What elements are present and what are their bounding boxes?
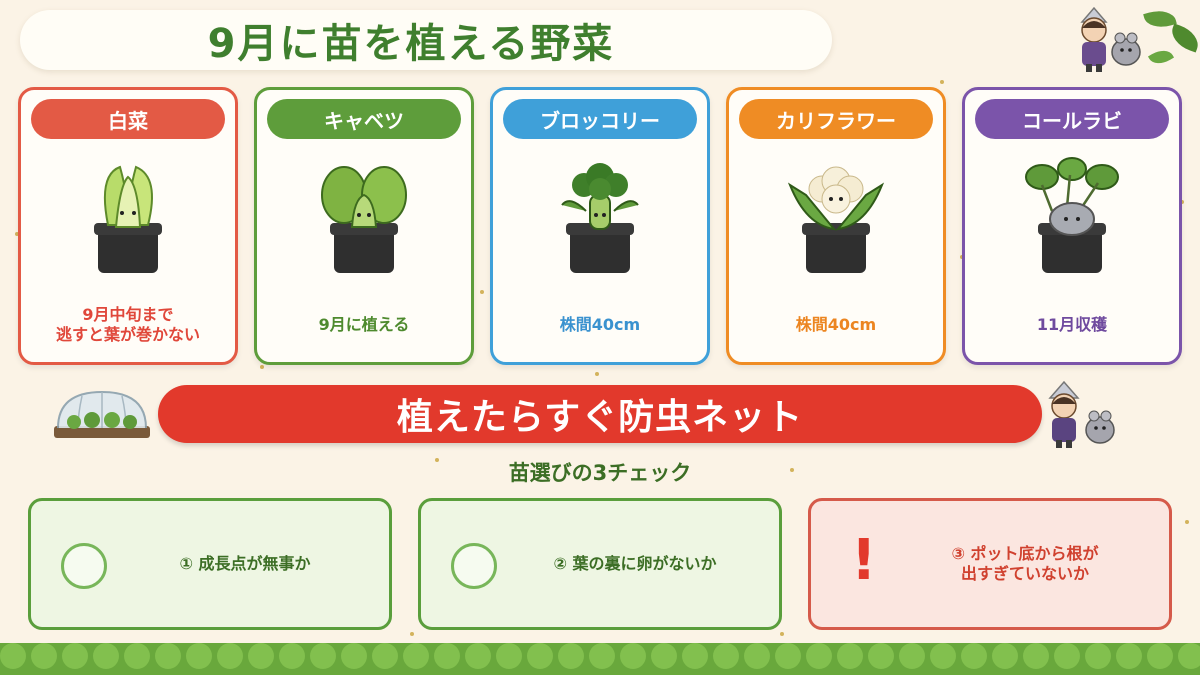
grass-bump	[682, 643, 708, 669]
grass-bump	[1085, 643, 1111, 669]
circle-mark-icon	[451, 543, 497, 589]
kohlrabi-icon	[1025, 157, 1119, 273]
vegetable-name: コールラビ	[975, 99, 1169, 139]
check-text: ② 葉の裏に卵がないか	[511, 501, 759, 627]
note-line: 株間40cm	[559, 315, 641, 334]
vegetable-note: 株間40cm	[737, 315, 935, 335]
grass-bump	[620, 643, 646, 669]
grass-bump	[1054, 643, 1080, 669]
grass-bump	[868, 643, 894, 669]
leaf-decoration	[1167, 23, 1200, 53]
grass-bump	[496, 643, 522, 669]
circle-mark-icon	[61, 543, 107, 589]
grass-bump	[899, 643, 925, 669]
vegetable-card: キャベツ 9月に植える	[254, 87, 474, 365]
title-banner: 9月に苗を植える野菜	[20, 10, 832, 70]
grass-bump	[93, 643, 119, 669]
grass-bump	[806, 643, 832, 669]
check-card: ! ③ ポット底から根が 出すぎていないか	[808, 498, 1172, 630]
grass-bump	[1178, 643, 1200, 669]
row-cover-icon	[54, 390, 150, 438]
grass-bump	[527, 643, 553, 669]
grass-bump	[992, 643, 1018, 669]
vegetable-note: 9月中旬まで 逃すと葉が巻かない	[29, 305, 227, 345]
grass-bump	[434, 643, 460, 669]
vegetable-name: ブロッコリー	[503, 99, 697, 139]
grass-bump	[1023, 643, 1049, 669]
grass-bump	[651, 643, 677, 669]
check-text: ① 成長点が無事か	[121, 501, 369, 627]
grass-bump	[961, 643, 987, 669]
grass-bump	[62, 643, 88, 669]
check-line: ③ ポット底から根が	[951, 544, 1099, 563]
note-line: 11月収穫	[1036, 315, 1108, 334]
check-card: ② 葉の裏に卵がないか	[418, 498, 782, 630]
grass-bump	[403, 643, 429, 669]
grass-bump	[248, 643, 274, 669]
grass-bump	[713, 643, 739, 669]
check-line: ① 成長点が無事か	[179, 554, 311, 573]
exclamation-icon: !	[851, 528, 877, 593]
grass-bump	[310, 643, 336, 669]
grass-bump	[217, 643, 243, 669]
cabbage-icon	[321, 166, 407, 273]
pest-net-banner: 植えたらすぐ防虫ネット	[158, 385, 1042, 443]
grass-bump	[930, 643, 956, 669]
check-text: ③ ポット底から根が 出すぎていないか	[901, 501, 1149, 627]
vegetable-name: キャベツ	[267, 99, 461, 139]
note-line: 逃すと葉が巻かない	[55, 325, 200, 344]
page-title: 9月に苗を植える野菜	[207, 21, 615, 67]
note-line: 9月中旬まで	[82, 305, 174, 324]
vegetable-note: 11月収穫	[973, 315, 1171, 335]
checklist-heading: 苗選びの3チェック	[508, 461, 692, 485]
grass-bump	[155, 643, 181, 669]
vegetable-card: 白菜 9月中旬まで 逃すと葉が巻かない	[18, 87, 238, 365]
grass-bump	[1147, 643, 1173, 669]
grass-bump	[775, 643, 801, 669]
grass-bump	[186, 643, 212, 669]
vegetable-name: 白菜	[31, 99, 225, 139]
vegetable-card: カリフラワー 株間40cm	[726, 87, 946, 365]
vegetable-name: カリフラワー	[739, 99, 933, 139]
note-line: 9月に植える	[318, 315, 410, 334]
broccoli-icon	[561, 163, 639, 273]
vegetable-card: ブロッコリー 株間40cm	[490, 87, 710, 365]
grass-bump	[341, 643, 367, 669]
vegetable-card: コールラビ 11月収穫	[962, 87, 1182, 365]
leaf-decoration	[1147, 45, 1175, 69]
check-line: 出すぎていないか	[960, 564, 1089, 583]
grass-bump	[124, 643, 150, 669]
grass-bump	[372, 643, 398, 669]
grass-bump	[837, 643, 863, 669]
grass-bump	[465, 643, 491, 669]
note-line: 株間40cm	[795, 315, 877, 334]
vegetable-note: 株間40cm	[501, 315, 699, 335]
farmer-mascot-icon	[1080, 6, 1141, 72]
grass-bump	[31, 643, 57, 669]
grass-bump	[0, 643, 26, 669]
napa-cabbage-icon	[94, 165, 162, 273]
grass-bump	[1116, 643, 1142, 669]
check-line: ② 葉の裏に卵がないか	[553, 554, 717, 573]
check-card: ① 成長点が無事か	[28, 498, 392, 630]
grass-bump	[558, 643, 584, 669]
grass-bump	[279, 643, 305, 669]
farmer-mascot-icon	[1048, 380, 1115, 448]
cauliflower-icon	[787, 166, 885, 273]
grass-bump	[744, 643, 770, 669]
grass-bump	[589, 643, 615, 669]
vegetable-note: 9月に植える	[265, 315, 463, 335]
